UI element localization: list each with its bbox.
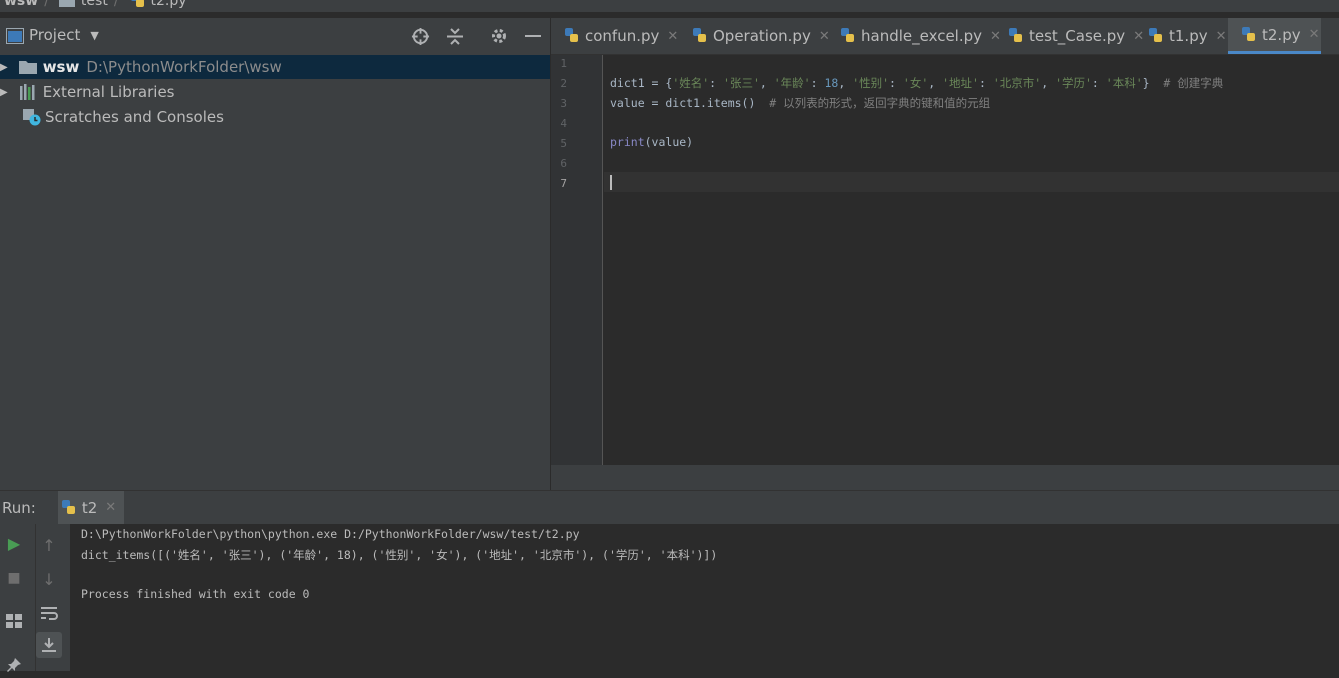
breadcrumb-item-wsw[interactable]: wsw [4, 0, 38, 9]
scroll-to-end-icon[interactable] [36, 632, 62, 658]
breadcrumb-item-test[interactable]: test [58, 0, 108, 9]
project-tree: ▶ wsw D:\PythonWorkFolder\wsw ▶ External… [0, 54, 550, 490]
tab-t2[interactable]: t2.py ✕ [1228, 18, 1321, 54]
python-file-icon [1007, 27, 1025, 45]
run-label: Run: [2, 498, 36, 517]
line-number: 2 [560, 77, 567, 90]
folder-icon [18, 61, 37, 74]
project-tool-header: Project ▼ [0, 18, 550, 55]
close-icon[interactable]: ✕ [1216, 29, 1227, 44]
rerun-icon[interactable]: ▶ [1, 530, 27, 556]
line-number: 5 [560, 137, 567, 150]
tree-item-scratches[interactable]: Scratches and Consoles [0, 105, 550, 129]
code-editor[interactable] [551, 55, 1339, 465]
code-line-5: print(value) [610, 135, 694, 149]
close-icon[interactable]: ✕ [1309, 27, 1320, 42]
tree-item-wsw[interactable]: ▶ wsw D:\PythonWorkFolder\wsw [0, 55, 550, 79]
code-line-2: dict1 = {'姓名': '张三', '年龄': 18, '性别': '女'… [610, 76, 1224, 90]
line-number: 3 [560, 97, 567, 110]
project-window-icon [6, 28, 24, 44]
editor-gutter[interactable]: 1 2 3 4 5 6 7 [551, 55, 603, 465]
breadcrumb-separator: / [44, 0, 49, 9]
project-view-selector[interactable]: Project ▼ [29, 26, 99, 44]
close-icon[interactable]: ✕ [667, 29, 678, 44]
editor-bottom-strip [551, 465, 1339, 490]
tab-confun[interactable]: confun.py ✕ [551, 18, 679, 54]
gear-icon[interactable] [490, 27, 508, 45]
editor-tab-bar: confun.py ✕ Operation.py ✕ handle_excel.… [551, 18, 1339, 55]
console-command-line: D:\PythonWorkFolder\python\python.exe D:… [81, 527, 580, 541]
minimize-icon[interactable] [525, 35, 541, 37]
python-file-icon [129, 0, 147, 10]
pin-icon[interactable] [1, 652, 27, 678]
library-icon [19, 84, 35, 100]
expand-arrow-icon[interactable]: ▶ [0, 87, 8, 98]
tab-operation[interactable]: Operation.py ✕ [679, 18, 830, 54]
python-file-icon [60, 499, 78, 517]
console-exit-line: Process finished with exit code 0 [81, 587, 310, 601]
python-file-icon [1147, 27, 1165, 45]
collapse-all-icon[interactable] [446, 27, 464, 46]
tree-item-external-libraries[interactable]: ▶ External Libraries [0, 80, 550, 104]
layout-icon[interactable] [1, 608, 27, 634]
breadcrumb-item-file[interactable]: t2.py [129, 0, 187, 10]
run-toolbar: ▶ ■ ↑ ↓ [0, 524, 70, 672]
python-file-icon [691, 27, 709, 45]
arrow-up-icon[interactable]: ↑ [36, 532, 62, 558]
breadcrumb-separator: / [113, 0, 119, 9]
tab-handle-excel[interactable]: handle_excel.py ✕ [827, 18, 1001, 54]
python-file-icon [839, 27, 857, 45]
line-number-current: 7 [560, 177, 567, 190]
run-panel-header: Run: t2 ✕ [0, 490, 1339, 525]
code-line-3: value = dict1.items() # 以列表的形式，返回字典的键和值的… [610, 96, 991, 110]
tab-t1[interactable]: t1.py ✕ [1135, 18, 1228, 54]
chevron-down-icon: ▼ [90, 28, 99, 42]
locate-icon[interactable] [411, 27, 430, 46]
stop-icon[interactable]: ■ [1, 565, 27, 591]
breadcrumb: wsw / test / t2.py [0, 0, 1339, 12]
line-number: 1 [560, 57, 567, 70]
scratches-icon [23, 109, 41, 126]
text-caret [610, 175, 612, 190]
caret-line-highlight [604, 172, 1339, 192]
tab-test-case[interactable]: test_Case.py ✕ [995, 18, 1144, 54]
line-number: 4 [560, 117, 567, 130]
soft-wrap-icon[interactable] [36, 600, 62, 626]
python-file-icon [1240, 26, 1258, 44]
run-tab-t2[interactable]: t2 ✕ [57, 490, 125, 525]
python-file-icon [563, 27, 581, 45]
close-icon[interactable]: ✕ [105, 500, 116, 515]
arrow-down-icon[interactable]: ↓ [36, 566, 62, 592]
line-number: 6 [560, 157, 567, 170]
console-output-line: dict_items([('姓名', '张三'), ('年龄', 18), ('… [81, 548, 718, 562]
expand-arrow-icon[interactable]: ▶ [0, 62, 8, 73]
folder-icon [58, 0, 75, 7]
